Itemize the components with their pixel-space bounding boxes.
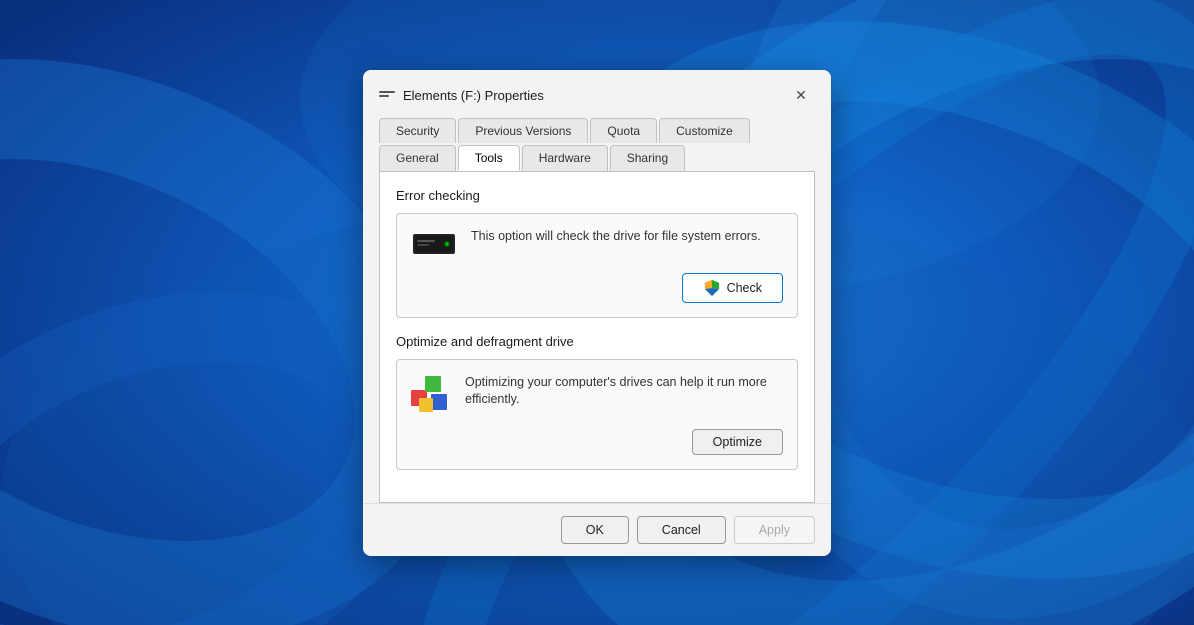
tab-sharing[interactable]: Sharing <box>610 145 685 171</box>
window-icon <box>379 91 395 101</box>
tab-security[interactable]: Security <box>379 118 456 143</box>
check-icon <box>703 279 721 297</box>
tab-general[interactable]: General <box>379 145 456 171</box>
error-checking-section: Error checking <box>396 188 798 318</box>
cancel-button[interactable]: Cancel <box>637 516 726 544</box>
window-title: Elements (F:) Properties <box>403 88 544 103</box>
title-bar: Elements (F:) Properties ✕ <box>363 70 831 110</box>
tab-quota[interactable]: Quota <box>590 118 657 143</box>
optimize-content: Optimizing your computer's drives can he… <box>411 374 783 417</box>
error-checking-box: This option will check the drive for fil… <box>396 213 798 318</box>
tabs-row-2: General Tools Hardware Sharing <box>379 145 815 171</box>
error-checking-description: This option will check the drive for fil… <box>471 228 761 246</box>
ok-button[interactable]: OK <box>561 516 629 544</box>
optimize-title: Optimize and defragment drive <box>396 334 798 349</box>
optimize-button-row: Optimize <box>411 429 783 455</box>
tab-customize[interactable]: Customize <box>659 118 750 143</box>
dialog-footer: OK Cancel Apply <box>363 503 831 556</box>
error-checking-content: This option will check the drive for fil… <box>411 228 783 261</box>
optimize-icon <box>411 376 451 417</box>
apply-button[interactable]: Apply <box>734 516 815 544</box>
tab-tools[interactable]: Tools <box>458 145 520 171</box>
optimize-description: Optimizing your computer's drives can he… <box>465 374 783 409</box>
optimize-section: Optimize and defragment drive <box>396 334 798 470</box>
close-button[interactable]: ✕ <box>787 82 815 110</box>
content-area: Error checking <box>379 171 815 503</box>
drive-icon <box>411 230 457 261</box>
error-checking-title: Error checking <box>396 188 798 203</box>
properties-dialog: Elements (F:) Properties ✕ Security Prev… <box>363 70 831 556</box>
tabs-row-1: Security Previous Versions Quota Customi… <box>379 118 815 143</box>
optimize-button[interactable]: Optimize <box>692 429 783 455</box>
check-button[interactable]: Check <box>682 273 783 303</box>
optimize-box: Optimizing your computer's drives can he… <box>396 359 798 470</box>
tabs-container: Security Previous Versions Quota Customi… <box>363 110 831 171</box>
tab-hardware[interactable]: Hardware <box>522 145 608 171</box>
tab-previous-versions[interactable]: Previous Versions <box>458 118 588 143</box>
error-checking-button-row: Check <box>411 273 783 303</box>
dialog-overlay: Elements (F:) Properties ✕ Security Prev… <box>0 0 1194 625</box>
title-bar-left: Elements (F:) Properties <box>379 88 544 103</box>
